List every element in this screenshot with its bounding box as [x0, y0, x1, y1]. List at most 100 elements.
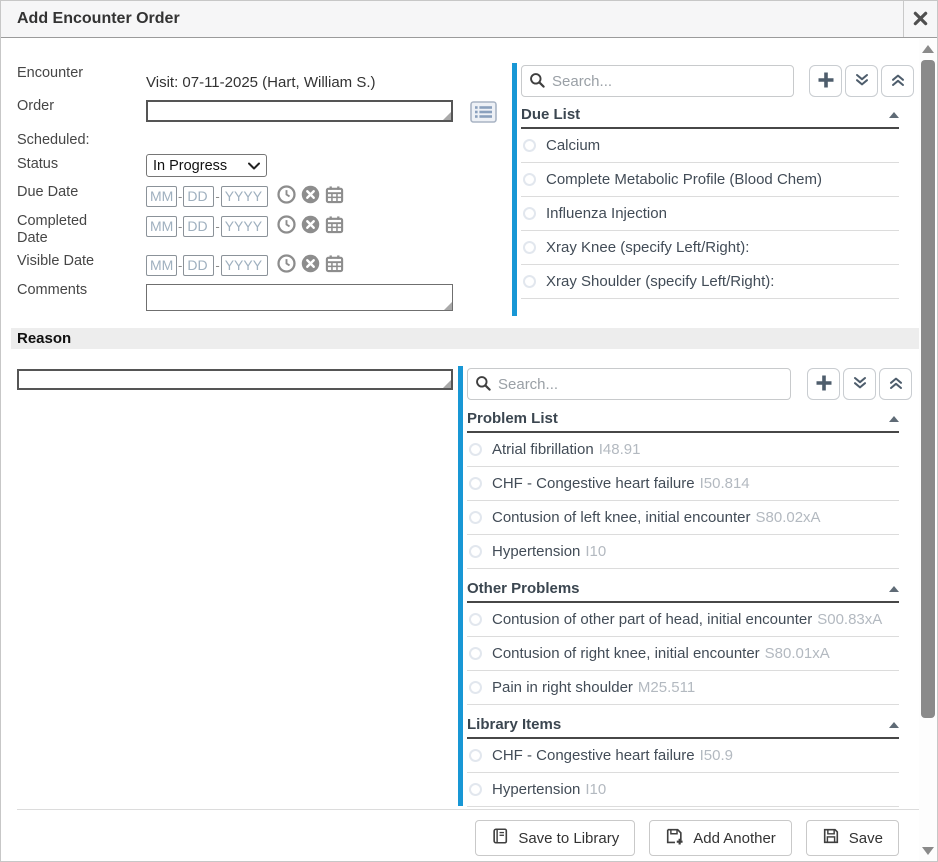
close-icon: [913, 11, 928, 29]
reason-collapse-all-button[interactable]: [879, 368, 912, 400]
double-chevron-up-icon: [890, 72, 906, 91]
section-title: Problem List: [467, 410, 558, 427]
due-list-panel: Due List Calcium Complete Metabolic Prof…: [512, 63, 906, 316]
completed-date-year-input[interactable]: [221, 216, 268, 237]
collapse-section-icon[interactable]: [889, 722, 899, 728]
icd-code: I48.91: [599, 441, 641, 458]
collapse-section-icon[interactable]: [889, 112, 899, 118]
list-item[interactable]: Contusion of right knee, initial encount…: [467, 637, 899, 671]
order-label: Order: [17, 98, 107, 115]
list-item[interactable]: CHF - Congestive heart failureI50.9: [467, 739, 899, 773]
circle-bullet-icon: [469, 613, 482, 626]
completed-date-label: Completed Date: [17, 213, 107, 247]
save-button[interactable]: Save: [806, 820, 899, 856]
save-to-library-button[interactable]: Save to Library: [475, 820, 635, 856]
save-plus-icon: [665, 827, 684, 850]
due-list-search-input[interactable]: [521, 65, 794, 97]
collapse-section-icon[interactable]: [889, 586, 899, 592]
due-list-add-button[interactable]: [809, 65, 842, 97]
date-separator: -: [178, 189, 182, 204]
due-date-year-input[interactable]: [221, 186, 268, 207]
list-item[interactable]: Contusion of other part of head, initial…: [467, 603, 899, 637]
list-item[interactable]: Xray Shoulder (specify Left/Right):: [521, 265, 899, 299]
list-item[interactable]: Pain in right shoulderM25.511: [467, 671, 899, 705]
scroll-up-icon[interactable]: [922, 45, 934, 53]
visible-date-month-input[interactable]: [146, 255, 177, 276]
save-icon: [822, 827, 840, 849]
due-date-day-input[interactable]: [183, 186, 214, 207]
list-item[interactable]: Contusion of left knee, initial encounte…: [467, 501, 899, 535]
reason-search-input[interactable]: [467, 368, 791, 400]
due-date-label: Due Date: [17, 184, 107, 201]
section-title: Other Problems: [467, 580, 580, 597]
scrollbar-thumb[interactable]: [921, 60, 935, 718]
calendar-icon: [325, 185, 344, 207]
scroll-down-icon[interactable]: [922, 847, 934, 855]
list-item[interactable]: Calcium: [521, 129, 899, 163]
icd-code: M25.511: [638, 679, 695, 696]
circle-bullet-icon: [469, 511, 482, 524]
visible-date-day-input[interactable]: [183, 255, 214, 276]
completed-date-day-input[interactable]: [183, 216, 214, 237]
comments-row: Comments: [17, 282, 453, 311]
icd-code: S00.83xA: [817, 611, 882, 628]
circle-bullet-icon: [469, 477, 482, 490]
completed-date-time-button[interactable]: [277, 215, 296, 237]
encounter-value: Visit: 07-11-2025 (Hart, William S.): [146, 74, 376, 91]
close-button[interactable]: [908, 8, 932, 32]
list-item[interactable]: HypertensionI10: [467, 773, 899, 807]
other-problems-section-header[interactable]: Other Problems: [467, 580, 899, 603]
vertical-scrollbar[interactable]: [919, 39, 937, 861]
plus-icon: [815, 374, 833, 395]
plus-icon: [817, 71, 835, 92]
resize-handle[interactable]: [443, 112, 451, 120]
add-another-button[interactable]: Add Another: [649, 820, 792, 856]
circle-bullet-icon: [523, 173, 536, 186]
double-chevron-down-icon: [852, 375, 868, 394]
panel-accent-bar: [458, 366, 463, 806]
due-date-clear-button[interactable]: [301, 185, 320, 207]
comments-label: Comments: [17, 282, 107, 299]
circle-bullet-icon: [523, 241, 536, 254]
visible-date-year-input[interactable]: [221, 255, 268, 276]
reason-expand-all-button[interactable]: [843, 368, 876, 400]
visible-date-calendar-button[interactable]: [325, 254, 344, 276]
order-input[interactable]: [146, 100, 453, 122]
encounter-label: Encounter: [17, 65, 107, 82]
resize-handle[interactable]: [444, 302, 452, 310]
resize-handle[interactable]: [443, 380, 451, 388]
order-lookup-button[interactable]: [470, 101, 497, 126]
list-item[interactable]: Influenza Injection: [521, 197, 899, 231]
collapse-section-icon[interactable]: [889, 416, 899, 422]
list-item[interactable]: CHF - Congestive heart failureI50.814: [467, 467, 899, 501]
due-date-calendar-button[interactable]: [325, 185, 344, 207]
list-item[interactable]: Xray Knee (specify Left/Right):: [521, 231, 899, 265]
completed-date-month-input[interactable]: [146, 216, 177, 237]
list-item[interactable]: Complete Metabolic Profile (Blood Chem): [521, 163, 899, 197]
list-item[interactable]: HypertensionI10: [467, 535, 899, 569]
completed-date-calendar-button[interactable]: [325, 215, 344, 237]
completed-date-clear-button[interactable]: [301, 215, 320, 237]
due-list-collapse-all-button[interactable]: [881, 65, 914, 97]
comments-input[interactable]: [146, 284, 453, 311]
due-date-month-input[interactable]: [146, 186, 177, 207]
due-date-time-button[interactable]: [277, 185, 296, 207]
problem-list-section-header[interactable]: Problem List: [467, 410, 899, 433]
visible-date-label: Visible Date: [17, 253, 107, 270]
titlebar-divider: [903, 1, 904, 37]
reason-add-button[interactable]: [807, 368, 840, 400]
x-circle-icon: [301, 185, 320, 207]
status-select[interactable]: In Progress: [146, 154, 267, 177]
library-items-section-header[interactable]: Library Items: [467, 716, 899, 739]
reason-input[interactable]: [17, 369, 453, 390]
icd-code: I50.9: [700, 747, 733, 764]
scheduled-label: Scheduled:: [17, 132, 107, 149]
due-list-section-header[interactable]: Due List: [521, 106, 899, 129]
due-list-expand-all-button[interactable]: [845, 65, 878, 97]
visible-date-clear-button[interactable]: [301, 254, 320, 276]
circle-bullet-icon: [469, 749, 482, 762]
list-item[interactable]: Atrial fibrillationI48.91: [467, 433, 899, 467]
panel-accent-bar: [512, 63, 517, 316]
visible-date-time-button[interactable]: [277, 254, 296, 276]
circle-bullet-icon: [469, 681, 482, 694]
